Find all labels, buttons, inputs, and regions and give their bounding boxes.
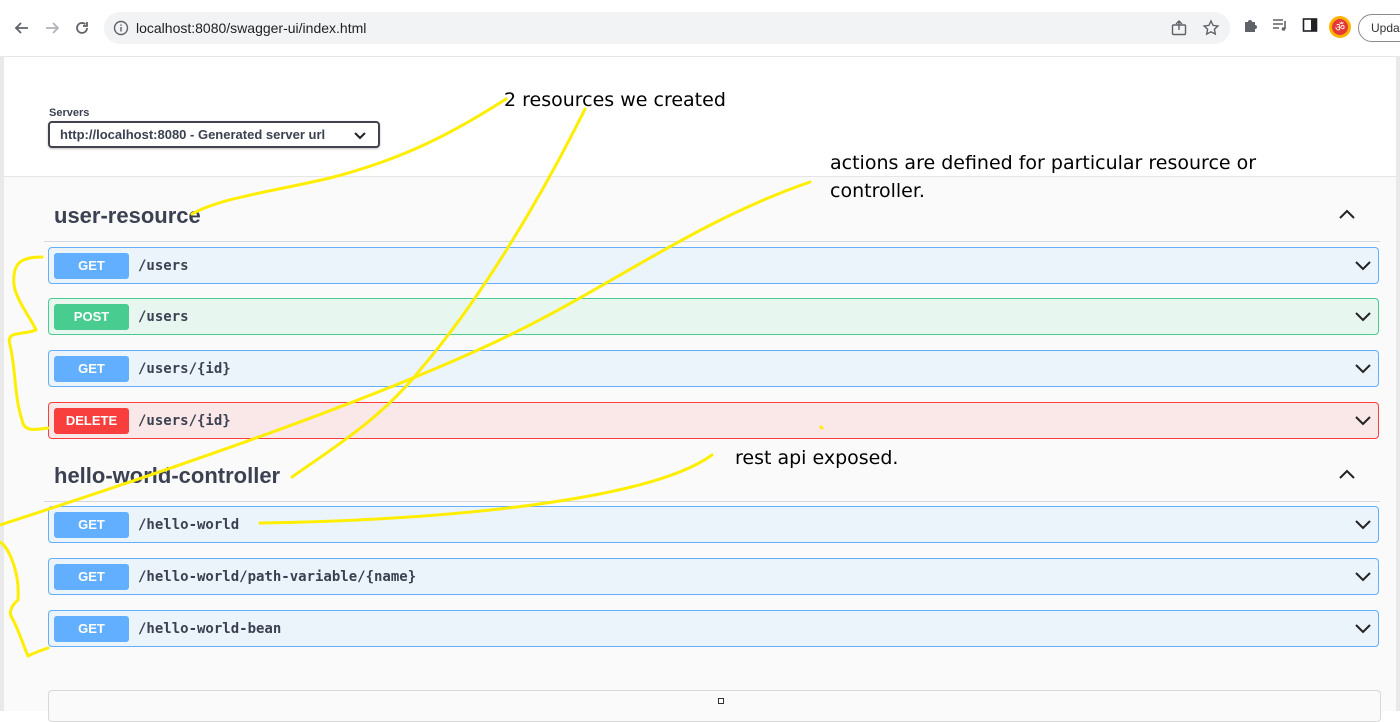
chevron-down-icon[interactable]	[1353, 257, 1373, 278]
method-badge: GET	[54, 564, 129, 590]
reading-list-icon[interactable]	[1271, 16, 1289, 39]
chevron-up-icon[interactable]	[1338, 467, 1356, 485]
operation-path: /hello-world	[138, 517, 240, 533]
servers-label: Servers	[49, 107, 90, 119]
side-panel-icon[interactable]	[1301, 16, 1319, 39]
operation-post-users[interactable]: POST /users	[48, 298, 1379, 335]
operation-get-hello-world-bean[interactable]: GET /hello-world-bean	[48, 610, 1379, 647]
chevron-up-icon[interactable]	[1338, 207, 1356, 225]
back-icon	[14, 22, 28, 34]
annotation-actions-line1: actions are defined for particular resou…	[830, 152, 1257, 174]
chevron-down-icon[interactable]	[1353, 620, 1373, 641]
chevron-down-icon[interactable]	[1353, 412, 1373, 433]
operation-get-user-by-id[interactable]: GET /users/{id}	[48, 350, 1379, 387]
back-button[interactable]	[8, 14, 36, 42]
operation-path: /users	[138, 258, 189, 274]
operation-delete-user[interactable]: DELETE /users/{id}	[48, 402, 1379, 439]
annotation-actions-line2: controller.	[830, 180, 925, 202]
reload-button[interactable]	[68, 14, 96, 42]
tag-user-resource[interactable]: user-resource	[44, 195, 1380, 242]
schemas-section-edge	[48, 690, 1381, 722]
address-bar[interactable]: localhost:8080/swagger-ui/index.html	[104, 12, 1230, 44]
operation-path: /hello-world-bean	[138, 621, 282, 637]
servers-selected-value: http://localhost:8080 - Generated server…	[60, 127, 326, 142]
info-icon[interactable]	[113, 20, 129, 41]
chevron-down-icon[interactable]	[1353, 360, 1373, 381]
operation-path: /users	[138, 309, 189, 325]
forward-button[interactable]	[38, 14, 66, 42]
method-badge: GET	[54, 253, 129, 279]
method-badge: GET	[54, 512, 129, 538]
star-icon[interactable]	[1202, 19, 1220, 42]
resize-handle[interactable]	[718, 698, 724, 704]
update-button[interactable]: Update	[1358, 14, 1400, 42]
reload-icon	[76, 22, 88, 34]
tag-name: hello-world-controller	[54, 463, 281, 488]
chevron-down-icon[interactable]	[1353, 568, 1373, 589]
method-badge: GET	[54, 356, 129, 382]
chevron-down-icon[interactable]	[1353, 516, 1373, 537]
extensions-icon[interactable]	[1242, 16, 1260, 39]
url-text[interactable]: localhost:8080/swagger-ui/index.html	[136, 20, 366, 36]
tag-name: user-resource	[54, 203, 201, 228]
method-badge: DELETE	[54, 408, 129, 434]
operation-path: /users/{id}	[138, 361, 231, 377]
tag-hello-world-controller[interactable]: hello-world-controller	[44, 455, 1380, 502]
chevron-down-icon[interactable]	[1353, 308, 1373, 329]
operation-path: /users/{id}	[138, 413, 231, 429]
operation-get-users[interactable]: GET /users	[48, 247, 1379, 284]
profile-avatar-icon[interactable]: ॐ	[1328, 15, 1352, 44]
window-edge-right	[1396, 56, 1400, 711]
browser-toolbar: localhost:8080/swagger-ui/index.html ॐ U…	[0, 0, 1400, 57]
operation-get-hello-world[interactable]: GET /hello-world	[48, 506, 1379, 543]
forward-icon	[46, 22, 60, 34]
operation-path: /hello-world/path-variable/{name}	[138, 569, 417, 585]
method-badge: POST	[54, 304, 129, 330]
chevron-down-icon	[354, 129, 366, 144]
share-icon[interactable]	[1170, 19, 1188, 42]
operation-get-hello-world-path-variable[interactable]: GET /hello-world/path-variable/{name}	[48, 558, 1379, 595]
annotation-resources: 2 resources we created	[504, 89, 726, 111]
servers-select[interactable]: http://localhost:8080 - Generated server…	[48, 121, 380, 148]
annotation-rest-api: rest api exposed.	[735, 447, 899, 469]
method-badge: GET	[54, 616, 129, 642]
svg-text:ॐ: ॐ	[1335, 21, 1345, 34]
